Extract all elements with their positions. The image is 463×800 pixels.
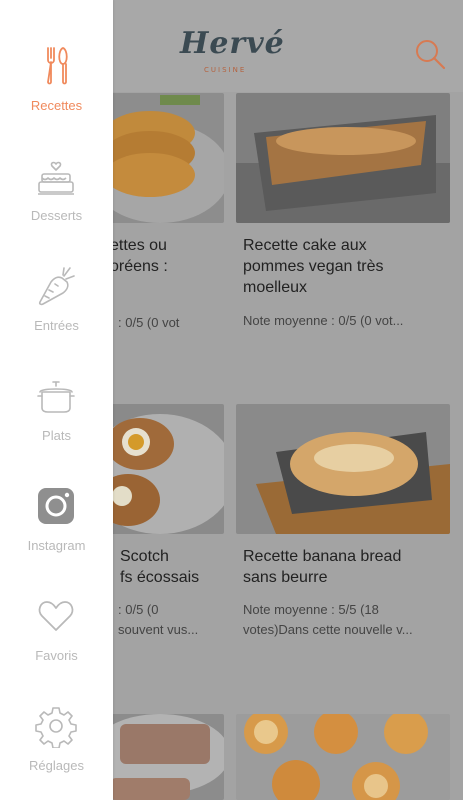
recipe-title: Scotch fs écossais bbox=[120, 548, 200, 586]
sidebar-item-favoris[interactable]: Favoris bbox=[0, 594, 113, 704]
recipe-card[interactable] bbox=[236, 714, 450, 800]
search-icon bbox=[416, 40, 446, 70]
sidebar-item-reglages[interactable]: Réglages bbox=[0, 704, 113, 800]
sidebar-item-label: Entrées bbox=[34, 318, 79, 333]
recipe-rating: : 0/5 (0 vot bbox=[118, 315, 180, 330]
sidebar-item-instagram[interactable]: Instagram bbox=[0, 484, 113, 594]
search-button[interactable] bbox=[412, 36, 448, 72]
sidebar-item-label: Réglages bbox=[29, 758, 84, 773]
sidebar-item-label: Plats bbox=[42, 428, 71, 443]
fork-knife-icon bbox=[34, 44, 78, 88]
recipe-photo bbox=[236, 714, 450, 800]
recipe-title: ettes ou oréens : bbox=[110, 237, 168, 275]
heart-icon bbox=[34, 594, 78, 638]
recipe-photo bbox=[236, 93, 450, 223]
recipe-rating: Note moyenne : 5/5 (18 votes)Dans cette … bbox=[243, 602, 413, 637]
brand-name: Hervé bbox=[180, 26, 285, 61]
sidebar-item-plats[interactable]: Plats bbox=[0, 374, 113, 484]
cake-icon bbox=[34, 154, 78, 198]
brand-logo: Hervé CUISINE bbox=[180, 26, 290, 80]
navigation-drawer: Recettes Desserts Entrées Plats Instagra… bbox=[0, 0, 113, 800]
brand-subtitle: CUISINE bbox=[204, 66, 247, 74]
carrot-icon bbox=[34, 264, 78, 308]
sidebar-item-desserts[interactable]: Desserts bbox=[0, 154, 113, 264]
sidebar-item-label: Desserts bbox=[30, 208, 83, 223]
instagram-icon bbox=[34, 484, 78, 528]
recipe-title: Recette banana bread sans beurre bbox=[243, 548, 402, 586]
recipe-photo bbox=[236, 404, 450, 534]
recipe-card[interactable]: Recette cake aux pommes vegan très moell… bbox=[236, 93, 450, 393]
sidebar-item-label: Favoris bbox=[35, 648, 78, 663]
recipe-title: Recette cake aux pommes vegan très moell… bbox=[243, 237, 384, 296]
recipe-rating: : 0/5 (0 souvent vus... bbox=[118, 602, 199, 637]
sidebar-item-recettes[interactable]: Recettes bbox=[0, 44, 113, 154]
recipe-rating: Note moyenne : 0/5 (0 vot... bbox=[243, 313, 404, 328]
sidebar-item-label: Recettes bbox=[30, 98, 83, 113]
sidebar-item-entrees[interactable]: Entrées bbox=[0, 264, 113, 374]
recipe-card[interactable]: Recette banana bread sans beurre Note mo… bbox=[236, 404, 450, 704]
gear-icon bbox=[34, 704, 78, 749]
pot-icon bbox=[34, 374, 78, 418]
sidebar-item-label: Instagram bbox=[27, 538, 86, 553]
